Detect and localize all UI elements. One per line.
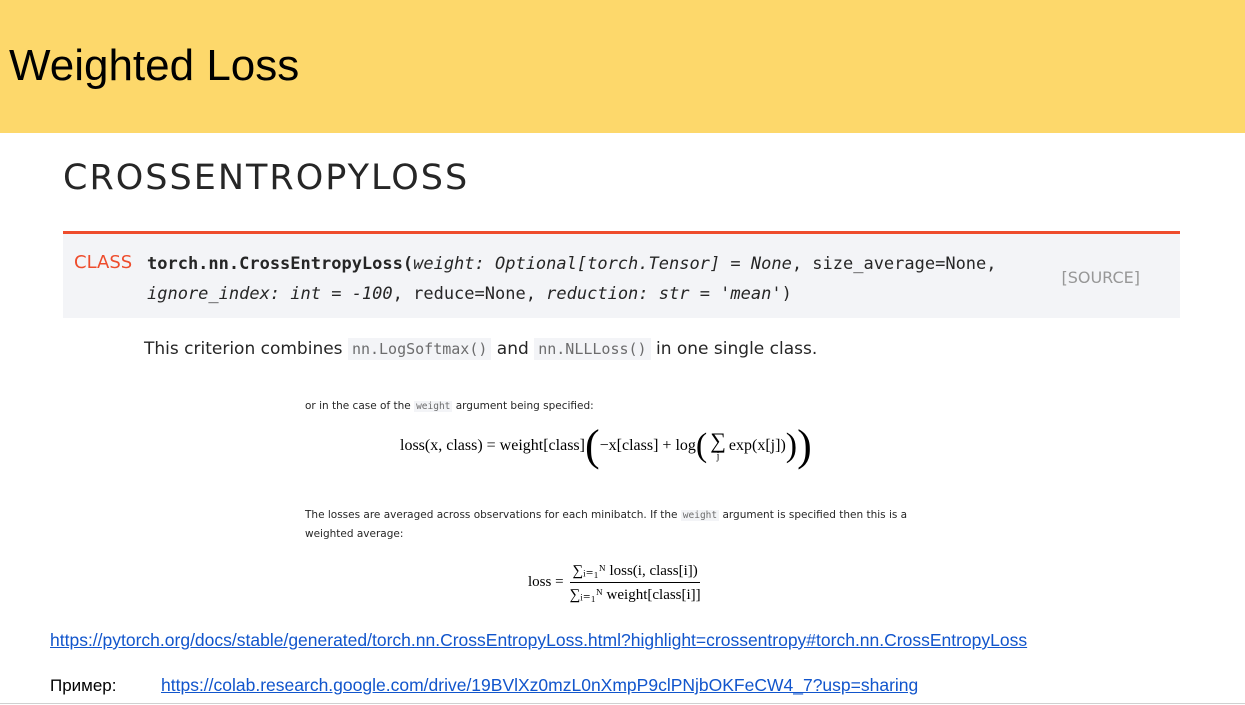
signature-line-1: torch.nn.CrossEntropyLoss(weight: Option… bbox=[147, 254, 997, 274]
arg-reduce: , reduce=None, bbox=[392, 284, 547, 304]
weight-case-suffix: argument being specified: bbox=[452, 400, 594, 412]
paren-close-outer: ) bbox=[797, 421, 812, 470]
criterion-middle: and bbox=[491, 339, 535, 359]
sum-subscript: j bbox=[716, 451, 720, 462]
source-link[interactable]: [SOURCE] bbox=[1061, 268, 1140, 287]
formula1-inner: −x[class] + log bbox=[599, 437, 696, 454]
criterion-suffix: in one single class. bbox=[650, 339, 818, 359]
slide-title: Weighted Loss bbox=[9, 41, 300, 90]
weight-case-text: or in the case of the weight argument be… bbox=[305, 397, 594, 416]
paren-close-inner: ) bbox=[785, 427, 798, 464]
criterion-prefix: This criterion combines bbox=[144, 339, 348, 359]
fraction-numerator: ∑ᵢ₌₁ᴺ loss(i, class[i]) bbox=[570, 561, 700, 583]
arg-weight: weight: Optional[torch.Tensor] = None bbox=[413, 254, 792, 274]
average-loss-formula: loss = ∑ᵢ₌₁ᴺ loss(i, class[i]) ∑ᵢ₌₁ᴺ wei… bbox=[528, 561, 701, 604]
formula1-lhs: loss(x, class) = weight[class] bbox=[400, 437, 585, 454]
code-weight: weight bbox=[414, 401, 453, 412]
sum-sign: ∑ bbox=[710, 428, 726, 453]
criterion-description: This criterion combines nn.LogSoftmax() … bbox=[144, 338, 818, 360]
weight-case-prefix: or in the case of the bbox=[305, 400, 415, 412]
class-name: torch.nn.CrossEntropyLoss( bbox=[147, 254, 414, 274]
code-weight-2: weight bbox=[680, 510, 720, 521]
averaged-text: The losses are averaged across observati… bbox=[305, 506, 907, 544]
averaged-line2: weighted average: bbox=[305, 528, 404, 540]
fraction-denominator: ∑ᵢ₌₁ᴺ weight[class[i]] bbox=[569, 587, 701, 603]
signature-line-2: ignore_index: int = -100, reduce=None, r… bbox=[147, 284, 792, 304]
arg-size-average: , size_average=None, bbox=[791, 254, 997, 274]
code-logsoftmax: nn.LogSoftmax() bbox=[347, 338, 492, 360]
class-label: CLASS bbox=[74, 252, 133, 273]
fraction: ∑ᵢ₌₁ᴺ loss(i, class[i]) ∑ᵢ₌₁ᴺ weight[cla… bbox=[570, 561, 701, 604]
formula1-exp: exp(x[j]) bbox=[728, 437, 786, 454]
formula2-lhs: loss = bbox=[528, 574, 564, 590]
averaged-suffix: argument is specified then this is a bbox=[719, 509, 908, 521]
weighted-loss-formula: loss(x, class) = weight[class] ( −x[clas… bbox=[400, 424, 812, 468]
slide-header: Weighted Loss bbox=[0, 0, 1245, 133]
colab-example-link[interactable]: https://colab.research.google.com/drive/… bbox=[161, 675, 918, 696]
arg-ignore-index: ignore_index: int = -100 bbox=[147, 284, 393, 304]
code-nllloss: nn.NLLLoss() bbox=[534, 338, 651, 360]
paren-open-inner: ( bbox=[695, 427, 708, 464]
doc-heading: CROSSENTROPYLOSS bbox=[63, 158, 470, 198]
signature-close: ) bbox=[781, 284, 792, 304]
paren-open-outer: ( bbox=[584, 421, 600, 470]
example-label: Пример: bbox=[50, 676, 117, 695]
bottom-divider bbox=[0, 703, 1245, 704]
arg-reduction: reduction: str = 'mean' bbox=[546, 284, 782, 304]
pytorch-docs-link[interactable]: https://pytorch.org/docs/stable/generate… bbox=[50, 630, 1027, 651]
class-signature-box: CLASS torch.nn.CrossEntropyLoss(weight: … bbox=[63, 231, 1180, 318]
summation: ∑ j bbox=[710, 430, 726, 462]
averaged-prefix: The losses are averaged across observati… bbox=[305, 509, 681, 521]
